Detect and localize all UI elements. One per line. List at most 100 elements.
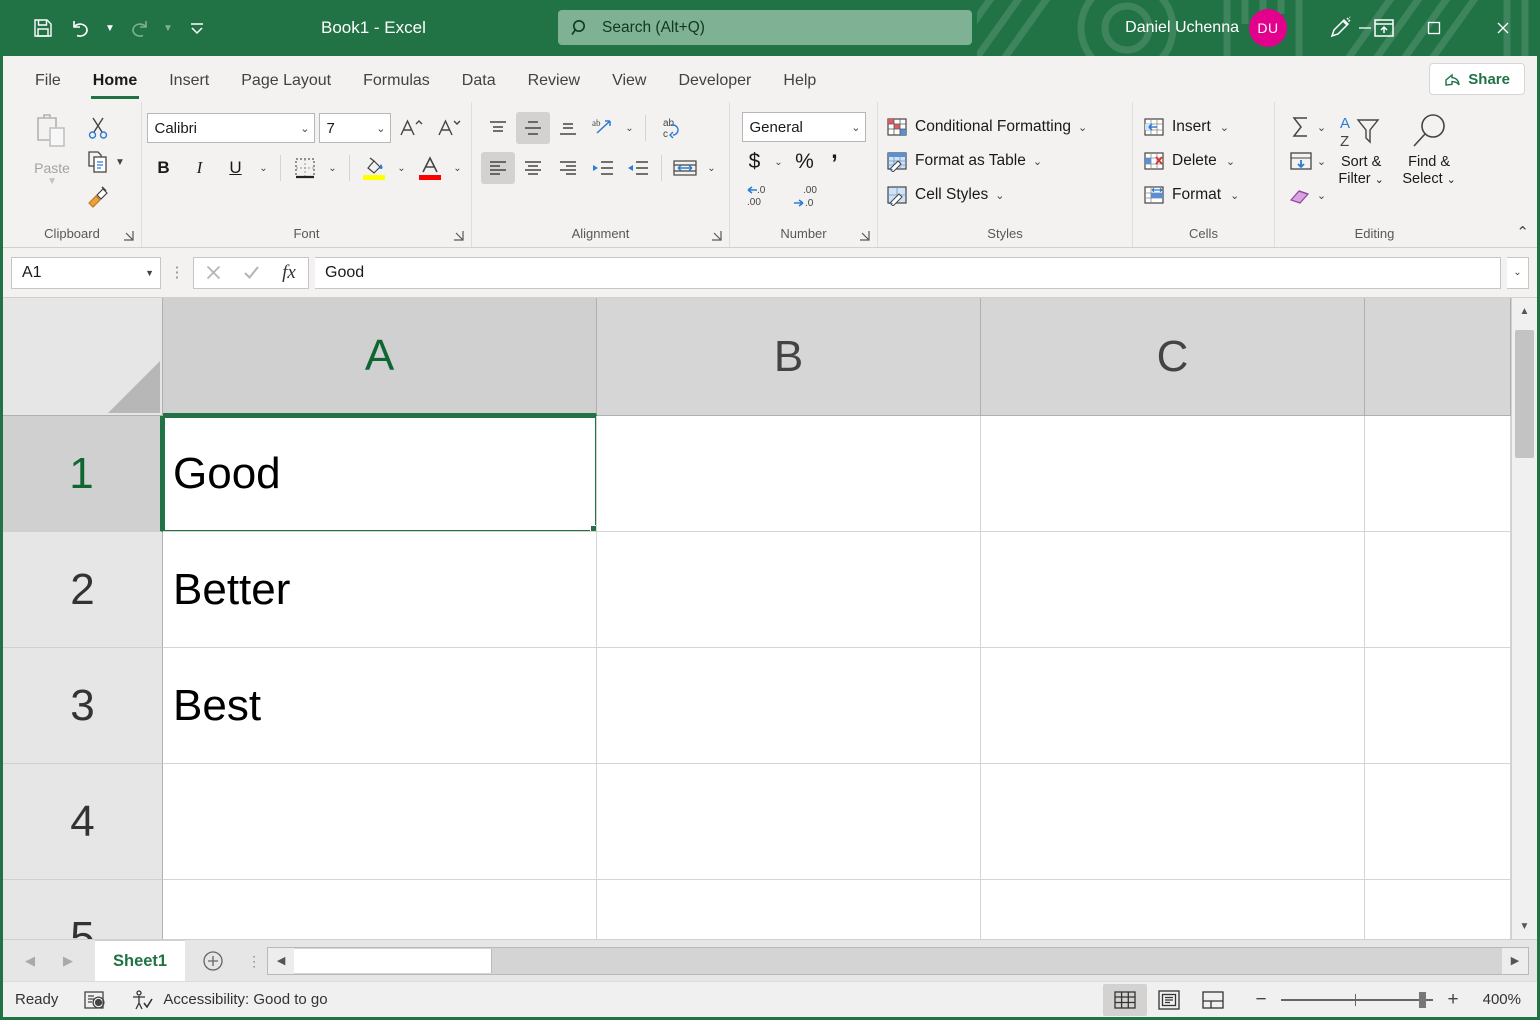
zoom-out-button[interactable]: − [1253,989,1269,1011]
row-header-3[interactable]: 3 [3,648,163,764]
cell-c4[interactable] [981,764,1365,880]
cell-a1[interactable]: Good [163,416,597,532]
cell-styles-chevron-down-icon[interactable]: ⌄ [995,189,1004,202]
scroll-up-arrow-icon[interactable]: ▲ [1512,298,1537,324]
clipboard-dialog-launcher[interactable] [122,229,136,243]
cell-b2[interactable] [597,532,981,648]
delete-cells-chevron-down-icon[interactable]: ⌄ [1226,155,1235,168]
name-box[interactable]: A1 ▼ [11,257,161,289]
formula-input[interactable]: Good [315,257,1501,289]
increase-decimal-icon[interactable]: .0 .00 [742,180,782,212]
alignment-dialog-launcher[interactable] [710,229,724,243]
align-left-icon[interactable] [481,152,515,184]
tab-review[interactable]: Review [512,60,596,102]
zoom-in-button[interactable]: + [1445,989,1461,1011]
format-painter-button[interactable] [85,180,125,212]
horizontal-scroll-track[interactable]: ◀ ▶ [267,947,1529,975]
enter-formula-icon[interactable] [232,258,270,288]
cell-b4[interactable] [597,764,981,880]
clear-button[interactable]: ⌄ [1287,178,1326,212]
orientation-icon[interactable]: ab [586,112,620,144]
accessibility-checker-button[interactable]: Accessibility: Good to go [118,984,339,1016]
decrease-decimal-icon[interactable]: .00 .0 [788,180,828,212]
decrease-indent-icon[interactable] [586,152,620,184]
sheet-tab-sheet1[interactable]: Sheet1 [95,940,185,981]
cell-c3[interactable] [981,648,1365,764]
merge-and-center-icon[interactable] [668,152,702,184]
format-cells-button[interactable]: Format ⌄ [1139,178,1243,212]
expand-formula-bar-chevron-down-icon[interactable]: ⌄ [1507,257,1529,289]
borders-icon[interactable] [288,152,322,184]
bold-button[interactable]: B [147,152,181,184]
cell-d2[interactable] [1365,532,1511,648]
format-cells-chevron-down-icon[interactable]: ⌄ [1230,189,1239,202]
fill-color-icon[interactable] [357,152,391,184]
vertical-scrollbar[interactable]: ▲ ▼ [1511,298,1537,939]
scroll-left-arrow-icon[interactable]: ◀ [268,948,294,974]
format-as-table-chevron-down-icon[interactable]: ⌄ [1033,155,1042,168]
close-button[interactable] [1468,0,1537,56]
sheet-tab-splitter[interactable]: ⋮ [241,940,267,981]
cell-d3[interactable] [1365,648,1511,764]
delete-cells-button[interactable]: Delete ⌄ [1139,144,1239,178]
row-header-5[interactable]: 5 [3,880,163,939]
add-sheet-button[interactable] [185,940,241,981]
tab-insert[interactable]: Insert [153,60,225,102]
cell-d5[interactable] [1365,880,1511,939]
record-macro-button[interactable] [70,984,118,1016]
cell-c5[interactable] [981,880,1365,939]
wrap-text-icon[interactable]: ab c [652,112,696,144]
number-format-chevron-down-icon[interactable]: ⌄ [845,121,860,134]
italic-button[interactable]: I [183,152,217,184]
cell-a3[interactable]: Best [163,648,597,764]
fill-color-chevron-down-icon[interactable]: ⌄ [393,152,411,184]
sort-and-filter-button[interactable]: A Z Sort & Filter ⌄ [1328,110,1394,189]
cell-a2[interactable]: Better [163,532,597,648]
tab-developer[interactable]: Developer [662,60,767,102]
maximize-button[interactable] [1399,0,1468,56]
tab-help[interactable]: Help [767,60,832,102]
cell-c2[interactable] [981,532,1365,648]
orientation-chevron-down-icon[interactable]: ⌄ [621,112,639,144]
tab-formulas[interactable]: Formulas [347,60,446,102]
vertical-scroll-track[interactable] [1512,324,1537,913]
comma-style-icon[interactable]: , [822,146,848,178]
fill-button[interactable]: ⌄ [1287,144,1326,178]
name-box-chevron-down-icon[interactable]: ▼ [145,268,154,278]
align-right-icon[interactable] [551,152,585,184]
undo-icon[interactable] [63,9,99,47]
scroll-down-arrow-icon[interactable]: ▼ [1512,913,1537,939]
undo-dropdown-chevron-down-icon[interactable]: ▼ [101,9,119,47]
horizontal-scrollbar[interactable]: ◀ ▶ [267,940,1537,981]
font-size-input[interactable]: 7 ⌄ [319,113,391,143]
cell-c1[interactable] [981,416,1365,532]
column-header-b[interactable]: B [597,298,981,416]
insert-cells-chevron-down-icon[interactable]: ⌄ [1220,121,1229,134]
bottom-align-icon[interactable] [551,112,585,144]
row-header-1[interactable]: 1 [3,416,163,532]
formula-bar-resize-handle[interactable]: ⋮ [167,269,187,276]
increase-indent-icon[interactable] [621,152,655,184]
merge-and-center-chevron-down-icon[interactable]: ⌄ [703,152,721,184]
borders-chevron-down-icon[interactable]: ⌄ [324,152,342,184]
font-color-icon[interactable] [413,152,447,184]
next-sheet-arrow-icon[interactable]: ▶ [63,953,73,969]
find-and-select-button[interactable]: Find & Select ⌄ [1396,110,1462,189]
font-dialog-launcher[interactable] [452,229,466,243]
cell-a5[interactable] [163,880,597,939]
save-icon[interactable] [25,9,61,47]
row-header-2[interactable]: 2 [3,532,163,648]
underline-button[interactable]: U [219,152,253,184]
copy-chevron-down-icon[interactable]: ▼ [115,157,125,168]
middle-align-icon[interactable] [516,112,550,144]
page-layout-view-button[interactable] [1147,984,1191,1016]
row-header-4[interactable]: 4 [3,764,163,880]
zoom-level-button[interactable]: 400% [1475,991,1537,1008]
cancel-formula-icon[interactable] [194,258,232,288]
zoom-slider-thumb[interactable] [1419,992,1426,1008]
autosum-chevron-down-icon[interactable]: ⌄ [1317,121,1326,134]
accounting-format-icon[interactable]: $ [742,146,768,178]
column-header-c[interactable]: C [981,298,1365,416]
cut-button[interactable] [85,112,125,144]
tab-view[interactable]: View [596,60,662,102]
